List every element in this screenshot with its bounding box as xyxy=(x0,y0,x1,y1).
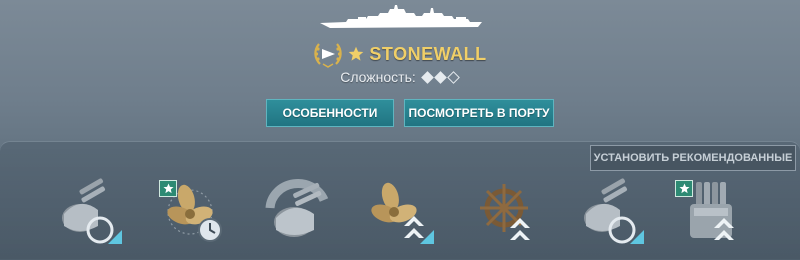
ship-title: STONEWALL xyxy=(0,40,800,68)
propeller-upgrade-icon xyxy=(371,182,434,244)
turret-rotation-icon xyxy=(265,179,329,237)
star-icon xyxy=(162,183,174,194)
view-in-port-button[interactable]: ПОСМОТРЕТЬ В ПОРТУ xyxy=(404,99,554,127)
difficulty-label: Сложность: xyxy=(340,69,416,85)
ship-wheel-upgrade-icon xyxy=(480,184,530,240)
difficulty-diamond-icon xyxy=(433,70,447,84)
rank-laurel-icon xyxy=(314,43,343,68)
difficulty-diamond-empty-icon xyxy=(446,70,460,84)
ship-name: STONEWALL xyxy=(369,43,487,64)
upgrade-slot-turret-reload[interactable] xyxy=(56,178,122,248)
star-icon xyxy=(678,183,690,194)
ship-silhouette-icon xyxy=(320,5,482,28)
difficulty-diamond-icon xyxy=(420,70,434,84)
recommended-star-badge xyxy=(675,180,693,197)
features-button[interactable]: ОСОБЕННОСТИ xyxy=(266,99,394,127)
turret-reload-icon xyxy=(62,178,122,244)
premium-star-icon xyxy=(349,46,364,61)
upgrade-slot-propeller[interactable] xyxy=(368,178,434,248)
ship-header: STONEWALL Сложность: ОСОБЕННОСТИ ПОСМОТР… xyxy=(0,0,800,140)
turret-reload-icon xyxy=(584,178,644,244)
install-recommended-button[interactable]: УСТАНОВИТЬ РЕКОМЕНДОВАННЫЕ xyxy=(590,145,796,171)
upgrade-slot-steering[interactable] xyxy=(474,178,540,248)
upgrade-slot-turret-rotation[interactable] xyxy=(264,178,330,248)
upgrade-slot-turret-reload-2[interactable] xyxy=(578,178,644,248)
recommended-star-badge xyxy=(159,180,177,197)
difficulty: Сложность: xyxy=(0,67,800,87)
